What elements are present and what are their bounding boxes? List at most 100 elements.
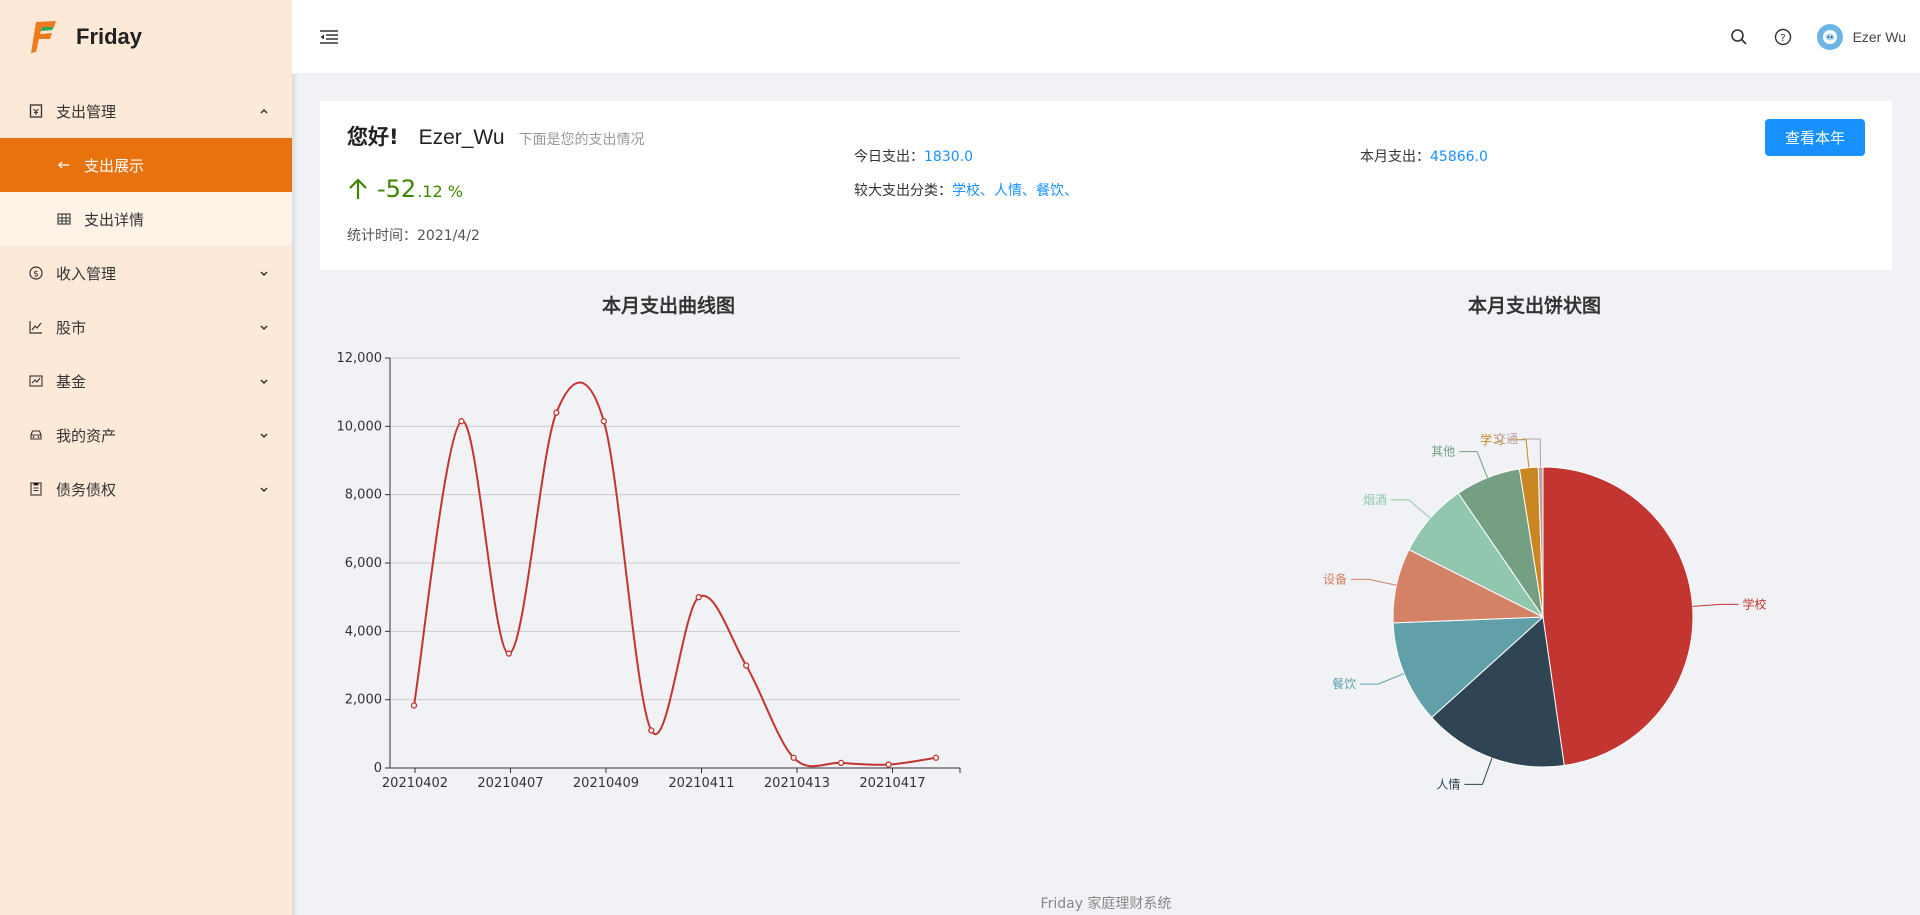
expense-change-stat: -52 .12 %	[347, 175, 463, 203]
chevron-down-icon	[260, 433, 268, 439]
sidebar: Friday 支出管理 支出展示 支出详情 $ 收入管理 股市 基金 我的资产 …	[0, 0, 292, 915]
data-point	[600, 418, 607, 425]
pie-label: 设备	[1323, 572, 1347, 586]
sidebar-item-label: 我的资产	[56, 426, 117, 445]
data-point	[695, 594, 702, 601]
x-tick-label: 20210402	[382, 776, 448, 791]
car-icon	[28, 427, 44, 443]
pie-leader-line	[1464, 757, 1493, 785]
line-chart-icon	[28, 319, 44, 335]
greeting: 您好! Ezer_Wu 下面是您的支出情况	[347, 121, 645, 151]
data-point	[505, 650, 513, 657]
major-categories: 较大支出分类：学校、人情、餐饮、	[854, 180, 1078, 200]
top-header: ? Ezer Wu	[292, 0, 1920, 74]
pie-leader-line	[1459, 451, 1488, 478]
pie-leader-line	[1351, 578, 1397, 586]
sidebar-item-expense-detail[interactable]: 支出详情	[0, 192, 292, 246]
sidebar-item-income-management[interactable]: $ 收入管理	[0, 246, 292, 300]
major-categories-value[interactable]: 学校、人情、餐饮、	[952, 183, 1078, 199]
x-tick-label: 20210411	[668, 776, 734, 791]
sidebar-item-label: 债务债权	[56, 480, 117, 499]
expense-submenu: 支出展示 支出详情	[0, 138, 292, 246]
pie-leader-line	[1390, 499, 1431, 519]
search-icon[interactable]	[1729, 27, 1749, 47]
y-tick-label: 12,000	[337, 351, 383, 366]
data-point	[837, 759, 845, 767]
document-icon	[28, 481, 44, 497]
pie-label: 学校	[1743, 596, 1767, 611]
fund-icon	[28, 373, 44, 389]
greeting-subtitle: 下面是您的支出情况	[518, 132, 645, 148]
month-expense-label: 本月支出：	[1360, 149, 1430, 165]
sidebar-item-label: 支出管理	[56, 102, 117, 121]
expense-line	[413, 381, 937, 768]
sidebar-menu: 支出管理 支出展示 支出详情 $ 收入管理 股市 基金 我的资产 债务债权	[0, 84, 292, 516]
data-point	[885, 761, 892, 768]
sidebar-item-my-assets[interactable]: 我的资产	[0, 408, 292, 462]
pie-leader-line	[1692, 603, 1739, 607]
data-point	[743, 662, 750, 669]
data-point	[932, 754, 940, 761]
chevron-down-icon	[260, 271, 268, 277]
svg-text:$: $	[33, 270, 39, 280]
pie-slice	[1542, 466, 1694, 767]
logo[interactable]: Friday	[0, 0, 292, 74]
y-tick-label: 2,000	[345, 693, 382, 708]
data-point	[410, 702, 418, 709]
y-tick-label: 10,000	[337, 419, 383, 434]
sidebar-item-expense-display[interactable]: 支出展示	[0, 138, 292, 192]
user-name[interactable]: Ezer Wu	[1853, 29, 1906, 45]
x-tick-label: 20210417	[859, 776, 925, 791]
svg-text:?: ?	[1780, 32, 1785, 43]
pie-leader-line	[1360, 673, 1405, 685]
summary-card: 您好! Ezer_Wu 下面是您的支出情况 查看本年 -52 .12 % 统计时…	[320, 101, 1892, 270]
data-point	[458, 418, 465, 425]
dollar-circle-icon: $	[28, 265, 44, 281]
today-expense-value: 1830.0	[924, 149, 973, 165]
footer: Friday 家庭理财系统	[1040, 896, 1172, 912]
view-year-button[interactable]: 查看本年	[1765, 119, 1865, 156]
chevron-down-icon	[260, 487, 268, 493]
pie-label: 餐饮	[1332, 676, 1356, 691]
pie-label: 交通	[1494, 431, 1518, 446]
x-tick-label: 20210409	[573, 776, 639, 791]
friday-logo-icon	[31, 21, 56, 53]
pie-leader-line	[1522, 438, 1542, 468]
y-tick-label: 6,000	[345, 556, 382, 571]
avatar[interactable]	[1816, 23, 1843, 50]
pie-chart-title: 本月支出饼状图	[1468, 295, 1602, 317]
chevron-down-icon	[260, 379, 268, 385]
sidebar-item-label: 股市	[56, 318, 87, 337]
sidebar-item-stock[interactable]: 股市	[0, 300, 292, 354]
x-tick-label: 20210413	[764, 776, 830, 791]
sidebar-item-fund[interactable]: 基金	[0, 354, 292, 408]
y-tick-label: 8,000	[345, 488, 382, 503]
table-icon	[56, 211, 72, 227]
pie-label: 人情	[1436, 777, 1460, 791]
month-expense: 本月支出：45866.0	[1360, 146, 1488, 166]
today-expense-label: 今日支出：	[854, 149, 924, 165]
sidebar-item-debt[interactable]: 债务债权	[0, 462, 292, 516]
stat-time-value: 2021/4/2	[417, 228, 480, 244]
greeting-hello: 您好!	[347, 125, 399, 149]
app-name: Friday	[76, 24, 143, 49]
sidebar-item-label: 收入管理	[56, 264, 117, 283]
receipt-icon	[28, 103, 44, 119]
sidebar-item-label: 基金	[56, 372, 87, 391]
x-tick-label: 20210407	[477, 776, 543, 791]
data-point	[553, 409, 560, 416]
pie-chart: 学校人情餐饮设备烟酒其他学习交通	[1323, 431, 1767, 791]
change-decimal: .12 %	[417, 182, 463, 201]
sidebar-item-expense-management[interactable]: 支出管理	[0, 84, 292, 138]
month-expense-value: 45866.0	[1430, 149, 1488, 165]
arrow-up-icon	[349, 178, 367, 199]
today-expense: 今日支出：1830.0	[854, 146, 973, 166]
menu-fold-icon[interactable]	[318, 26, 340, 48]
stat-time-label: 统计时间：	[347, 228, 417, 244]
y-tick-label: 4,000	[345, 624, 382, 639]
pie-label: 烟酒	[1363, 493, 1387, 507]
line-chart: 0 2,000 4,000 6,000 8,000 10,000 12,000 2021040…	[337, 351, 961, 791]
y-tick-label: 0	[374, 761, 382, 776]
data-point	[648, 727, 655, 734]
help-icon[interactable]: ?	[1773, 27, 1793, 47]
